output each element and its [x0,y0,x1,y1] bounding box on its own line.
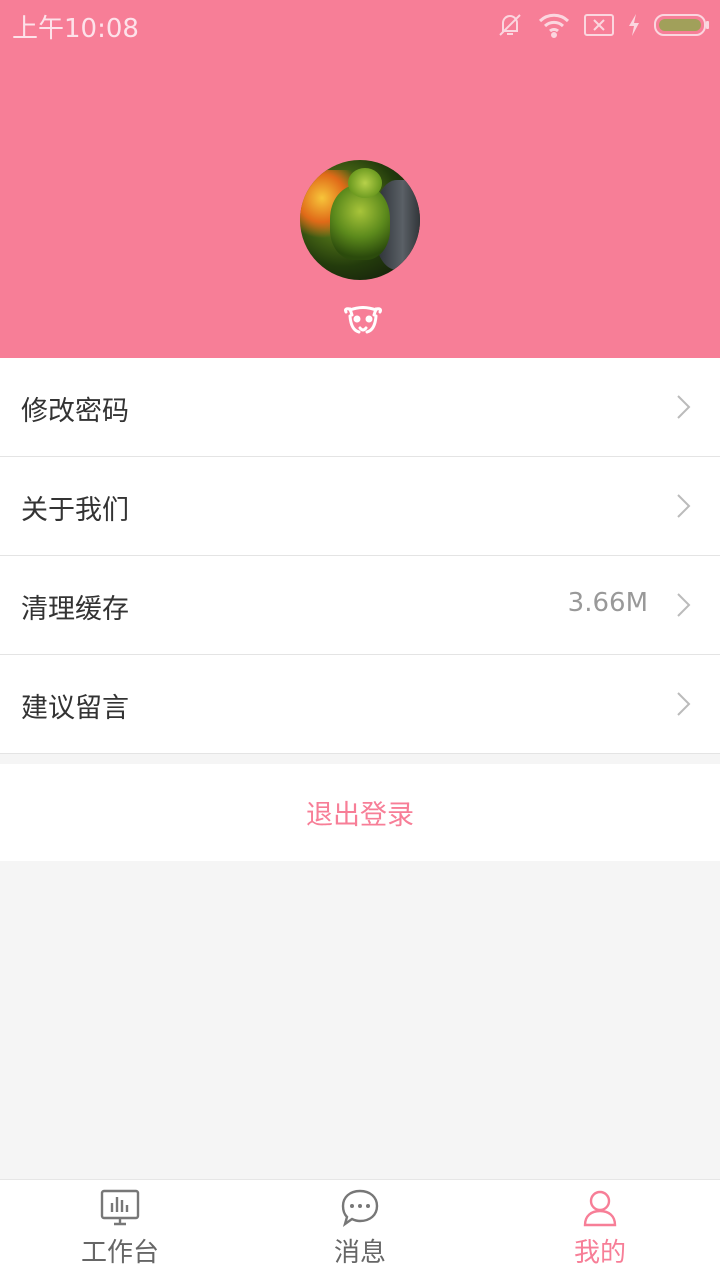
wifi-icon [538,12,570,38]
menu-item-label: 清理缓存 [21,594,129,625]
dashboard-icon [100,1189,140,1226]
charging-icon [628,14,640,36]
tab-label: 消息 [333,1238,386,1268]
logout-label: 退出登录 [306,800,414,831]
tab-profile[interactable]: 我的 [480,1180,720,1280]
bottom-tab-bar: 工作台 消息 我的 [0,1179,720,1280]
menu-item-label: 修改密码 [21,396,129,427]
mute-icon [496,11,524,39]
chat-icon [341,1189,379,1227]
profile-header: 上午10:08 [0,0,720,358]
settings-menu: 修改密码 关于我们 清理缓存 3.66M 建议留言 [0,358,720,754]
logout-button[interactable]: 退出登录 [0,764,720,861]
menu-item-label: 关于我们 [21,495,129,526]
status-bar: 上午10:08 [0,0,720,50]
battery-icon [654,14,710,36]
tab-messages[interactable]: 消息 [240,1180,480,1280]
menu-item-feedback[interactable]: 建议留言 [0,655,720,754]
tab-label: 我的 [573,1238,626,1268]
cache-size-value: 3.66M [567,588,648,618]
chevron-right-icon [677,692,691,716]
menu-item-change-password[interactable]: 修改密码 [0,358,720,457]
chevron-right-icon [677,593,691,617]
chevron-right-icon [677,494,691,518]
menu-item-about-us[interactable]: 关于我们 [0,457,720,556]
status-time: 上午10:08 [12,14,139,44]
menu-item-label: 建议留言 [21,693,129,724]
emoji-face-icon [342,306,384,336]
user-icon [583,1190,617,1227]
tab-label: 工作台 [80,1238,159,1268]
menu-item-clear-cache[interactable]: 清理缓存 3.66M [0,556,720,655]
no-sim-icon [584,13,614,37]
chevron-right-icon [677,395,691,419]
avatar[interactable] [300,160,420,280]
tab-dashboard[interactable]: 工作台 [0,1180,240,1280]
